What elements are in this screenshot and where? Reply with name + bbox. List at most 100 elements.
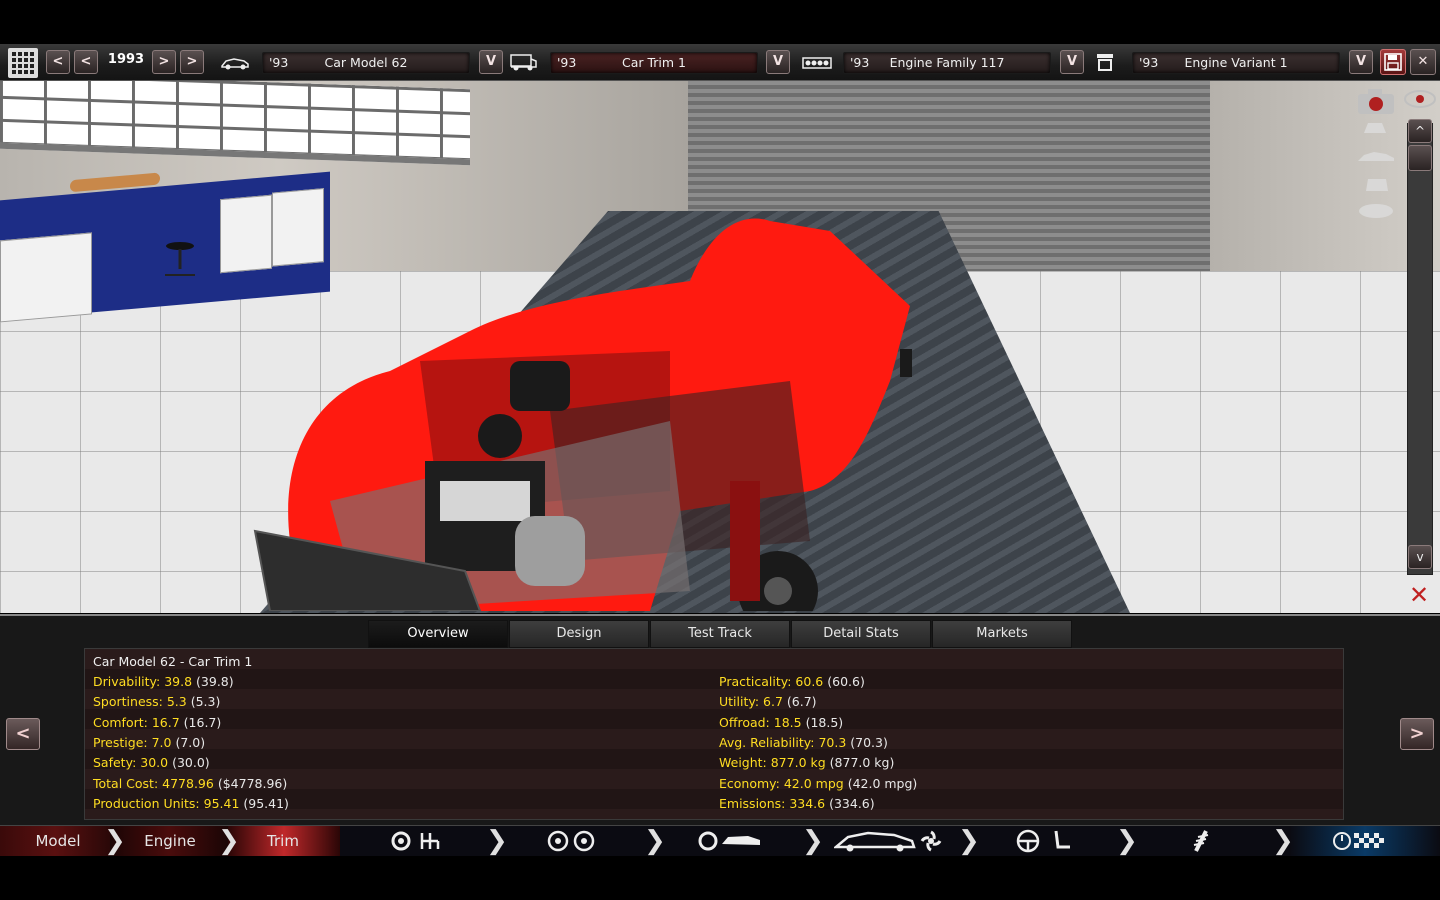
stat-base-value: (39.8) <box>196 674 234 689</box>
engine-family-select[interactable]: '93 Engine Family 117 <box>843 52 1051 74</box>
stat-value: Safety: 30.0 <box>93 755 169 771</box>
stat-row: Weight: 877.0 kg (877.0 kg) <box>719 753 894 773</box>
tab-markets[interactable]: Markets <box>932 620 1072 648</box>
zoom-thumb[interactable] <box>1408 145 1432 171</box>
stat-value: Drivability: 39.8 <box>93 674 193 689</box>
tab-detail-stats[interactable]: Detail Stats <box>791 620 931 648</box>
tab-overview[interactable]: Overview <box>368 620 508 648</box>
stat-value: Emissions: 334.6 <box>719 795 826 811</box>
tab-design[interactable]: Design <box>509 620 649 648</box>
year-next-button[interactable]: > <box>152 50 176 74</box>
top-toolbar: < < 1993 > > '93 Car Model 62 V '93 Car … <box>0 44 1440 81</box>
stats-title: Car Model 62 - Car Trim 1 <box>93 654 253 669</box>
chevron-right-icon: ❯ <box>1272 826 1294 856</box>
stat-base-value: (18.5) <box>805 714 844 730</box>
stat-row: Sportiness: 5.3 (5.3) <box>93 692 220 712</box>
stat-row: Drivability: 39.8 (39.8) <box>93 672 234 692</box>
stat-row: Prestige: 7.0 (7.0) <box>93 733 205 753</box>
stat-base-value: (95.41) <box>243 795 289 811</box>
stat-base-value: (70.3) <box>850 734 888 750</box>
aero-icon[interactable] <box>832 829 944 853</box>
chevron-right-icon: ❯ <box>802 826 824 856</box>
stat-base-value: (16.7) <box>183 714 222 730</box>
zoom-scrollbar[interactable] <box>1407 123 1433 575</box>
zoom-up-button[interactable]: ^ <box>1408 119 1432 143</box>
camera-icon[interactable] <box>1356 87 1396 115</box>
car-chassis-model <box>253 218 912 611</box>
stat-value: Weight: 877.0 kg <box>719 755 826 771</box>
chevron-right-icon: ❯ <box>644 826 666 856</box>
design-stage-nav: Model ❯ Engine ❯ Trim ❯ ❯ ❯ ❯ ❯ ❯ <box>0 825 1440 856</box>
stat-base-value: (877.0 kg) <box>829 755 895 771</box>
engine-family-name: Engine Family 117 <box>889 55 1005 70</box>
stat-row: Emissions: 334.6 (334.6) <box>719 794 875 814</box>
test-icon[interactable] <box>1332 830 1392 852</box>
engine-variant-name: Engine Variant 1 <box>1184 55 1288 70</box>
panel-next-button[interactable]: > <box>1400 718 1434 750</box>
stat-value: Production Units: 95.41 <box>93 795 240 811</box>
nav-model[interactable]: Model <box>14 826 102 856</box>
stat-value: Practicality: 60.6 <box>719 674 824 689</box>
view-top-icon[interactable] <box>1356 201 1396 221</box>
stat-base-value: (30.0) <box>172 755 210 771</box>
view-side-icon[interactable] <box>1356 149 1396 165</box>
stat-row: Comfort: 16.7 (16.7) <box>93 713 221 733</box>
view-front-icon[interactable] <box>1360 119 1390 137</box>
garage-3d-viewport[interactable]: ^ v ✕ <box>0 81 1440 613</box>
stat-value: Avg. Reliability: 70.3 <box>719 734 847 750</box>
engine-variant-dropdown-button[interactable]: V <box>1349 50 1373 74</box>
chevron-right-icon: ❯ <box>486 826 508 856</box>
info-panel: Overview Design Test Track Detail Stats … <box>0 614 1440 826</box>
interior-icon[interactable] <box>1016 829 1074 853</box>
close-button[interactable]: ✕ <box>1410 49 1436 75</box>
stat-row: Production Units: 95.41 (95.41) <box>93 794 289 814</box>
stat-base-value: (7.0) <box>175 734 206 750</box>
car-model-icon <box>220 54 250 70</box>
tab-test-track[interactable]: Test Track <box>650 620 790 648</box>
year-prev-button[interactable]: < <box>74 50 98 74</box>
chevron-right-icon: ❯ <box>958 826 980 856</box>
calendar-icon[interactable] <box>8 48 38 78</box>
stat-value: Sportiness: 5.3 <box>93 694 187 710</box>
nav-trim[interactable]: Trim <box>240 826 326 856</box>
stat-value: Utility: 6.7 <box>719 694 783 710</box>
stat-row: Utility: 6.7 (6.7) <box>719 692 817 712</box>
year-display: 1993 <box>107 52 145 67</box>
reset-view-icon[interactable]: ✕ <box>1404 581 1434 609</box>
model-dropdown-button[interactable]: V <box>479 50 503 74</box>
nav-engine[interactable]: Engine <box>124 826 216 856</box>
trim-dropdown-button[interactable]: V <box>766 50 790 74</box>
trim-select[interactable]: '93 Car Trim 1 <box>550 52 758 74</box>
view-rear-icon[interactable] <box>1362 175 1392 195</box>
chevron-right-icon: ❯ <box>1116 826 1138 856</box>
model-name: Car Model 62 <box>324 55 408 70</box>
stat-base-value: (60.6) <box>827 674 865 689</box>
year-prev-fast-button[interactable]: < <box>46 50 70 74</box>
stat-base-value: (5.3) <box>190 694 221 710</box>
save-icon[interactable] <box>1380 49 1406 75</box>
engine-family-dropdown-button[interactable]: V <box>1060 50 1084 74</box>
stat-value: Offroad: 18.5 <box>719 714 802 730</box>
stat-value: Comfort: 16.7 <box>93 714 180 730</box>
suspension-icon[interactable] <box>1188 829 1214 853</box>
stat-row: Offroad: 18.5 (18.5) <box>719 713 843 733</box>
stat-base-value: (6.7) <box>786 694 817 710</box>
body-icon[interactable] <box>698 831 764 851</box>
model-select[interactable]: '93 Car Model 62 <box>262 52 470 74</box>
car-trim-icon <box>508 52 538 72</box>
chevron-right-icon: ❯ <box>104 826 126 856</box>
year-next-fast-button[interactable]: > <box>180 50 204 74</box>
stat-row: Avg. Reliability: 70.3 (70.3) <box>719 733 888 753</box>
panel-prev-button[interactable]: < <box>6 718 40 750</box>
eye-icon[interactable] <box>1403 89 1437 109</box>
engine-variant-select[interactable]: '93 Engine Variant 1 <box>1132 52 1340 74</box>
stool <box>160 241 200 281</box>
chevron-right-icon: ❯ <box>218 826 240 856</box>
stat-row: Economy: 42.0 mpg (42.0 mpg) <box>719 774 917 794</box>
wheels-icon[interactable] <box>546 830 598 852</box>
trim-name: Car Trim 1 <box>621 55 686 70</box>
zoom-down-button[interactable]: v <box>1408 545 1432 569</box>
stat-base-value: ($4778.96) <box>217 775 288 791</box>
stat-row: Practicality: 60.6 (60.6) <box>719 672 865 692</box>
gearbox-icon[interactable] <box>390 830 446 852</box>
